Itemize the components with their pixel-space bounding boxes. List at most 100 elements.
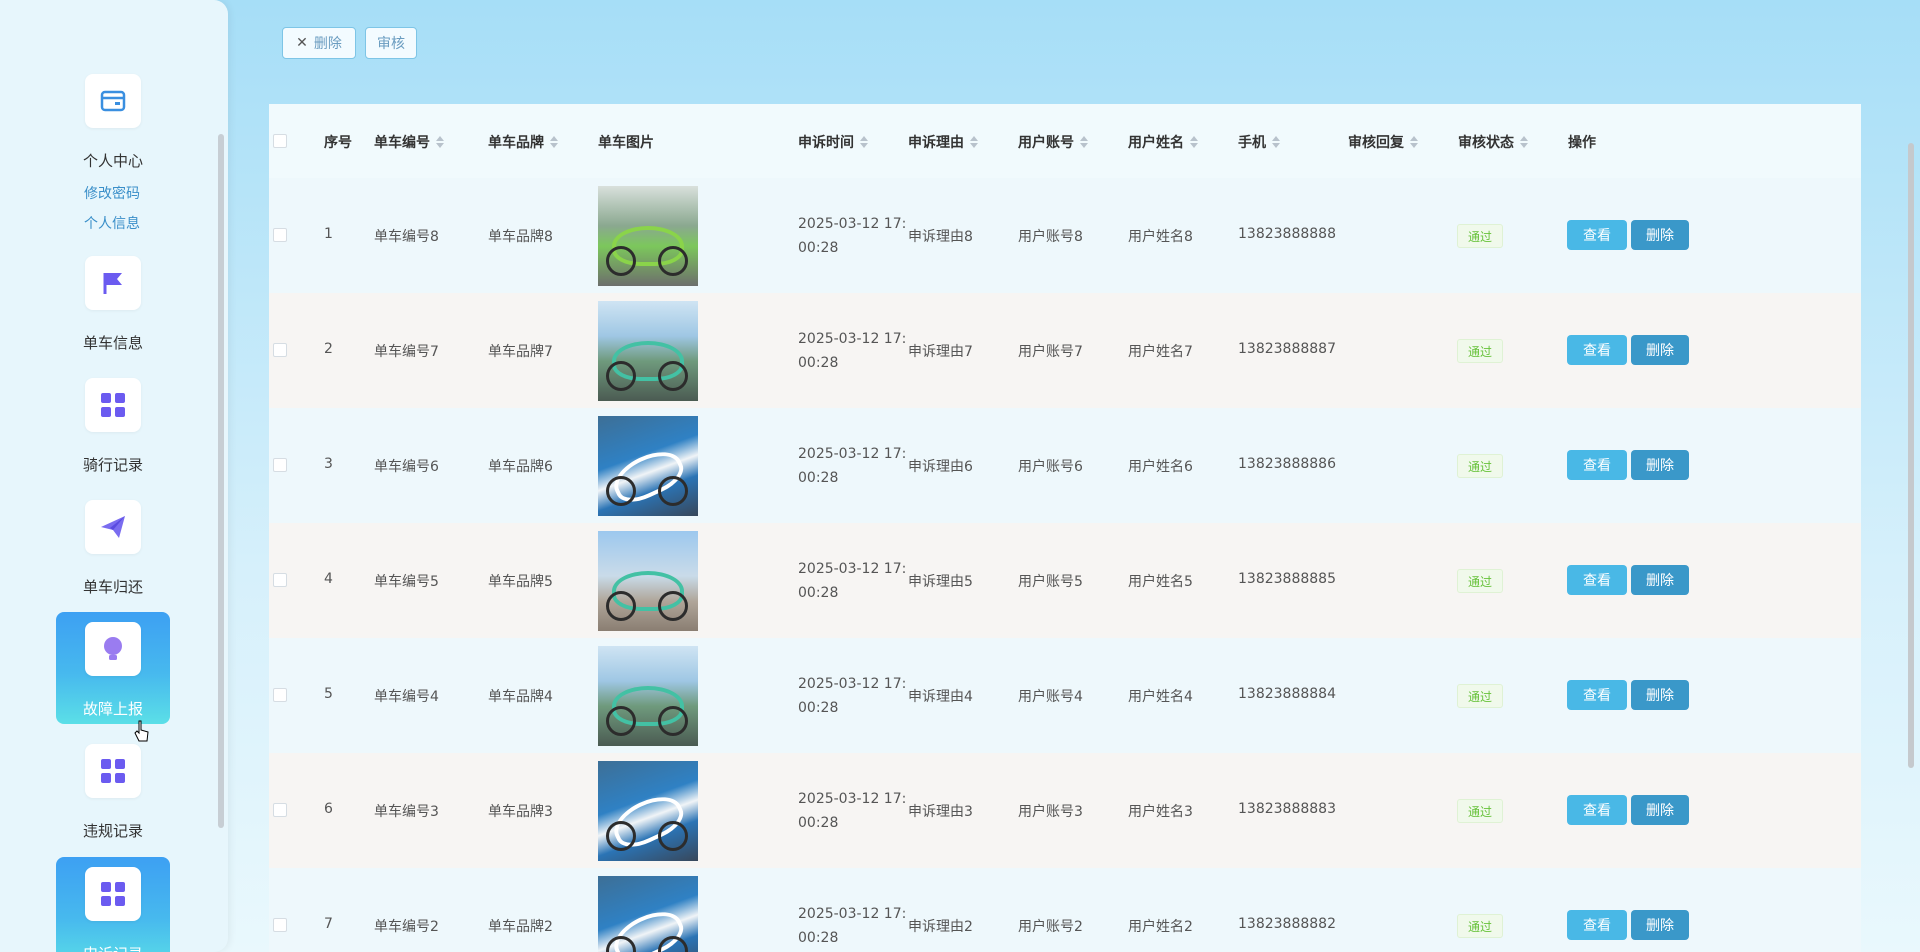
cell-time: 2025-03-12 17: 00:28 xyxy=(798,906,907,946)
table-row: 4 单车编号5 单车品牌5 2025-03-12 17: 00:28 申诉理由5 … xyxy=(269,523,1861,638)
row-checkbox[interactable] xyxy=(273,343,287,357)
delete-button[interactable]: 删除 xyxy=(1631,335,1689,365)
bike-image[interactable] xyxy=(598,646,698,746)
sidebar-scrollbar[interactable] xyxy=(218,134,224,828)
cell-phone: 13823888886 xyxy=(1238,456,1336,472)
bike-image[interactable] xyxy=(598,301,698,401)
sidebar-item-ride-records[interactable]: 骑行记录 xyxy=(56,368,170,480)
page-scrollbar[interactable] xyxy=(1908,143,1914,768)
row-checkbox[interactable] xyxy=(273,803,287,817)
delete-button[interactable]: 删除 xyxy=(1631,450,1689,480)
row-checkbox[interactable] xyxy=(273,573,287,587)
sidebar-item-label: 个人中心 xyxy=(82,152,143,170)
view-button[interactable]: 查看 xyxy=(1567,680,1627,710)
hand-cursor-icon xyxy=(134,720,149,742)
cell-account: 用户账号5 xyxy=(1018,574,1083,590)
sidebar-item-appeal-records[interactable]: 申诉记录 xyxy=(56,857,170,952)
sort-icon[interactable] xyxy=(970,136,978,148)
batch-delete-button[interactable]: ✕ 删除 xyxy=(282,27,356,59)
cell-time: 2025-03-12 17: 00:28 xyxy=(798,561,907,601)
select-all-checkbox[interactable] xyxy=(273,134,287,148)
status-badge: 通过 xyxy=(1457,339,1503,363)
status-badge: 通过 xyxy=(1457,569,1503,593)
flag-icon xyxy=(85,256,141,310)
cell-time: 2025-03-12 17: 00:28 xyxy=(798,446,907,486)
bike-image[interactable] xyxy=(598,186,698,286)
cell-index: 4 xyxy=(324,571,333,587)
header-brand[interactable]: 单车品牌 xyxy=(488,132,558,152)
header-account[interactable]: 用户账号 xyxy=(1018,132,1088,152)
sort-icon[interactable] xyxy=(1410,136,1418,148)
header-phone[interactable]: 手机 xyxy=(1238,132,1280,152)
sort-icon[interactable] xyxy=(436,136,444,148)
header-reason[interactable]: 申诉理由 xyxy=(908,132,978,152)
bike-image[interactable] xyxy=(598,761,698,861)
status-badge: 通过 xyxy=(1457,224,1503,248)
header-status[interactable]: 审核状态 xyxy=(1458,132,1528,152)
view-button[interactable]: 查看 xyxy=(1567,450,1627,480)
change-password-link[interactable]: 修改密码 xyxy=(84,183,140,203)
delete-button[interactable]: 删除 xyxy=(1631,565,1689,595)
sort-icon[interactable] xyxy=(1520,136,1528,148)
personal-info-link[interactable]: 个人信息 xyxy=(84,213,140,233)
cell-phone: 13823888882 xyxy=(1238,916,1336,932)
grid-icon xyxy=(85,744,141,798)
delete-button[interactable]: 删除 xyxy=(1631,910,1689,940)
sort-icon[interactable] xyxy=(1272,136,1280,148)
sidebar-item-bike-info[interactable]: 单车信息 xyxy=(56,246,170,358)
cell-phone: 13823888888 xyxy=(1238,226,1336,242)
cell-reason: 申诉理由6 xyxy=(908,459,973,475)
cell-bike-no: 单车编号3 xyxy=(374,804,439,820)
header-name[interactable]: 用户姓名 xyxy=(1128,132,1198,152)
sort-icon[interactable] xyxy=(1190,136,1198,148)
cell-index: 7 xyxy=(324,916,333,932)
view-button[interactable]: 查看 xyxy=(1567,335,1627,365)
sidebar-item-fault-report[interactable]: 故障上报 xyxy=(56,612,170,724)
header-bike-no[interactable]: 单车编号 xyxy=(374,132,444,152)
bike-image[interactable] xyxy=(598,876,698,952)
header-reply[interactable]: 审核回复 xyxy=(1348,132,1418,152)
sidebar: 个人中心 修改密码 个人信息 单车信息 骑行记录 单车归还 故障上报 违规记录 xyxy=(0,0,228,952)
sidebar-item-label: 故障上报 xyxy=(82,700,143,718)
sidebar-item-personal-center[interactable]: 个人中心 xyxy=(56,64,170,176)
row-checkbox[interactable] xyxy=(273,688,287,702)
table-row: 6 单车编号3 单车品牌3 2025-03-12 17: 00:28 申诉理由3 … xyxy=(269,753,1861,868)
cell-time: 2025-03-12 17: 00:28 xyxy=(798,791,907,831)
row-checkbox[interactable] xyxy=(273,458,287,472)
cell-name: 用户姓名4 xyxy=(1128,689,1193,705)
bike-image[interactable] xyxy=(598,531,698,631)
cell-account: 用户账号2 xyxy=(1018,919,1083,935)
cell-name: 用户姓名5 xyxy=(1128,574,1193,590)
table-row: 7 单车编号2 单车品牌2 2025-03-12 17: 00:28 申诉理由2 … xyxy=(269,868,1861,952)
status-badge: 通过 xyxy=(1457,684,1503,708)
cell-phone: 13823888885 xyxy=(1238,571,1336,587)
status-badge: 通过 xyxy=(1457,454,1503,478)
header-time[interactable]: 申诉时间 xyxy=(798,132,868,152)
bike-image[interactable] xyxy=(598,416,698,516)
delete-button[interactable]: 删除 xyxy=(1631,220,1689,250)
delete-button[interactable]: 删除 xyxy=(1631,795,1689,825)
cell-brand: 单车品牌4 xyxy=(488,689,553,705)
sidebar-item-violation-records[interactable]: 违规记录 xyxy=(56,734,170,846)
row-checkbox[interactable] xyxy=(273,228,287,242)
cell-index: 2 xyxy=(324,341,333,357)
audit-label: 审核 xyxy=(377,36,405,52)
view-button[interactable]: 查看 xyxy=(1567,795,1627,825)
view-button[interactable]: 查看 xyxy=(1567,220,1627,250)
sidebar-item-bike-return[interactable]: 单车归还 xyxy=(56,490,170,602)
delete-button[interactable]: 删除 xyxy=(1631,680,1689,710)
row-checkbox[interactable] xyxy=(273,918,287,932)
batch-delete-label: 删除 xyxy=(313,36,342,52)
cell-bike-no: 单车编号8 xyxy=(374,229,439,245)
cell-reason: 申诉理由7 xyxy=(908,344,973,360)
view-button[interactable]: 查看 xyxy=(1567,565,1627,595)
cell-time: 2025-03-12 17: 00:28 xyxy=(798,331,907,371)
sort-icon[interactable] xyxy=(1080,136,1088,148)
cell-account: 用户账号6 xyxy=(1018,459,1083,475)
sort-icon[interactable] xyxy=(860,136,868,148)
sort-icon[interactable] xyxy=(550,136,558,148)
view-button[interactable]: 查看 xyxy=(1567,910,1627,940)
close-icon: ✕ xyxy=(296,35,308,51)
audit-button[interactable]: 审核 xyxy=(365,27,417,59)
appeal-table: 序号 单车编号 单车品牌 单车图片 申诉时间 申诉理由 用户账号 用户姓名 手机… xyxy=(269,104,1861,952)
